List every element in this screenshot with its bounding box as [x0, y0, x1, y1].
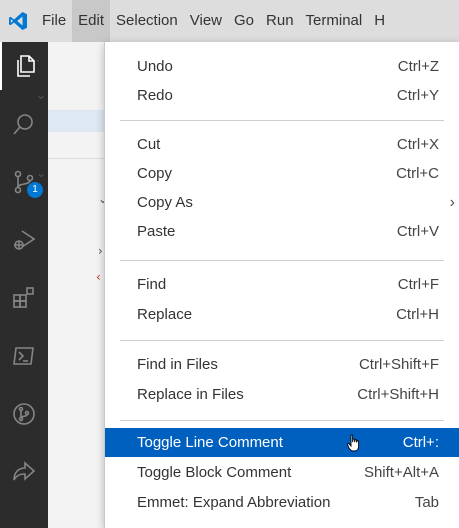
menu-item-emmet-expand-abbreviation[interactable]: Emmet: Expand Abbreviation Tab: [105, 488, 459, 517]
menu-item-find[interactable]: Find Ctrl+F: [105, 270, 459, 299]
menu-item-shortcut: Ctrl+V: [396, 223, 439, 240]
menu-item-shortcut: Ctrl+H: [396, 306, 439, 323]
git-graph-icon[interactable]: [0, 390, 48, 438]
menu-item-label: Cut: [137, 136, 161, 153]
menu-item-shortcut: Shift+Alt+A: [363, 464, 439, 481]
menu-item-label: Copy As: [137, 194, 193, 211]
menu-run[interactable]: Run: [260, 0, 300, 42]
chevron-down-icon[interactable]: ⌄: [36, 166, 46, 180]
menu-bar: File Edit Selection View Go Run Terminal…: [0, 0, 459, 42]
terminal-icon[interactable]: [0, 332, 48, 380]
menu-file[interactable]: File: [36, 0, 72, 42]
menu-item-label: Redo: [137, 87, 173, 104]
chevron-right-icon: ›: [449, 193, 455, 211]
sidebar-dot: ·: [36, 54, 40, 68]
run-debug-icon[interactable]: [0, 216, 48, 264]
menu-item-shortcut: Ctrl+Z: [397, 58, 439, 75]
menu-edit[interactable]: Edit: [72, 0, 111, 42]
menu-separator: [120, 120, 444, 121]
menu-item-copy[interactable]: Copy Ctrl+C: [105, 159, 459, 188]
menu-separator: [120, 340, 444, 341]
menu-item-label: Toggle Block Comment: [137, 464, 292, 481]
menu-item-shortcut: Ctrl+Y: [396, 87, 439, 104]
sidebar-divider: [48, 158, 108, 159]
menu-item-label: Copy: [137, 165, 173, 182]
menu-item-label: Replace in Files: [137, 386, 244, 403]
hand-cursor-icon: [347, 434, 361, 456]
menu-item-cut[interactable]: Cut Ctrl+X: [105, 130, 459, 159]
menu-item-label: Replace: [137, 306, 193, 323]
menu-help[interactable]: H: [368, 0, 391, 42]
chevron-left-icon[interactable]: ‹: [96, 270, 101, 284]
sidebar-selected-row[interactable]: [48, 110, 108, 132]
menu-item-paste[interactable]: Paste Ctrl+V: [105, 217, 459, 246]
menu-item-label: Undo: [137, 58, 173, 75]
chevron-down-icon[interactable]: ⌄: [36, 88, 46, 102]
menu-terminal[interactable]: Terminal: [300, 0, 369, 42]
edit-menu-dropdown: Undo Ctrl+Z Redo Ctrl+Y Cut Ctrl+X Copy …: [104, 42, 459, 528]
menu-item-toggle-line-comment[interactable]: Toggle Line Comment Ctrl+:: [105, 428, 459, 457]
menu-item-shortcut: Ctrl+C: [396, 165, 439, 182]
menu-item-label: Find: [137, 276, 167, 293]
menu-item-shortcut: Ctrl+:: [402, 434, 439, 451]
menu-item-shortcut: Ctrl+X: [396, 136, 439, 153]
menu-item-shortcut: Ctrl+F: [397, 276, 439, 293]
activity-bar: 1: [0, 42, 48, 528]
menu-view[interactable]: View: [184, 0, 228, 42]
menu-item-label: Toggle Line Comment: [137, 434, 283, 451]
menu-item-redo[interactable]: Redo Ctrl+Y: [105, 81, 459, 110]
menu-item-label: Emmet: Expand Abbreviation: [137, 494, 331, 511]
menu-separator: [120, 420, 444, 421]
menu-item-shortcut: Ctrl+Shift+H: [357, 386, 439, 403]
menu-item-label: Paste: [137, 223, 176, 240]
menu-item-find-in-files[interactable]: Find in Files Ctrl+Shift+F: [105, 350, 459, 379]
vscode-logo-icon[interactable]: [0, 0, 36, 42]
menu-item-toggle-block-comment[interactable]: Toggle Block Comment Shift+Alt+A: [105, 458, 459, 487]
menu-selection[interactable]: Selection: [110, 0, 184, 42]
menu-item-copy-as[interactable]: Copy As ›: [105, 188, 459, 217]
search-icon[interactable]: [0, 100, 48, 148]
chevron-right-icon[interactable]: ›: [98, 244, 103, 258]
extensions-icon[interactable]: [0, 274, 48, 322]
menu-item-shortcut: Tab: [414, 494, 439, 511]
menu-item-replace[interactable]: Replace Ctrl+H: [105, 300, 459, 329]
remote-share-icon[interactable]: [0, 448, 48, 496]
source-control-badge: 1: [27, 182, 43, 198]
menu-separator: [120, 260, 444, 261]
menu-item-replace-in-files[interactable]: Replace in Files Ctrl+Shift+H: [105, 380, 459, 409]
menu-item-shortcut: Ctrl+Shift+F: [358, 356, 439, 373]
explorer-icon[interactable]: [0, 42, 48, 90]
menu-go[interactable]: Go: [228, 0, 260, 42]
menu-item-label: Find in Files: [137, 356, 218, 373]
menu-item-undo[interactable]: Undo Ctrl+Z: [105, 52, 459, 81]
